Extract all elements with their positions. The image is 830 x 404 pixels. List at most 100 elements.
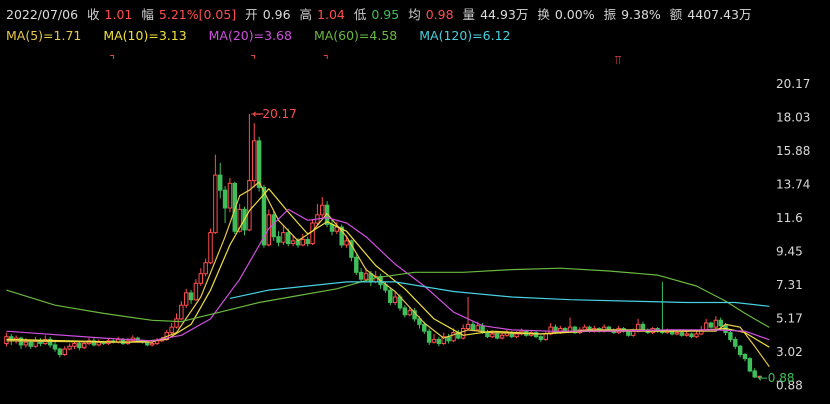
candle-down — [271, 214, 276, 238]
quote-bar: 2022/07/06 收 1.01 幅 5.21%[0.05] 开 0.96 高 1.0… — [6, 4, 757, 22]
candle-up — [703, 322, 709, 331]
candle-down — [295, 240, 301, 246]
candle-up — [713, 319, 719, 328]
candle-up — [72, 343, 77, 347]
candle-up — [179, 304, 184, 320]
candle-up — [431, 338, 437, 343]
avg-value: 0.98 — [425, 7, 454, 22]
candle-down — [494, 333, 500, 339]
candle-up — [407, 310, 412, 316]
candle-down — [718, 319, 723, 327]
candle-up — [227, 182, 233, 209]
low-value: 0.95 — [371, 7, 400, 22]
y-tick-label: 9.45 — [776, 245, 803, 259]
candle-up — [247, 180, 252, 231]
amplitude-label: 振 — [603, 7, 617, 22]
ma20-legend: MA(20)=3.68 — [208, 28, 292, 43]
candle-down — [188, 292, 194, 301]
high-label: 高 — [299, 7, 313, 22]
candlestick-chart[interactable]: 20.17 18.03 15.88 13.74 11.6 9.45 7.31 5.17 3.02… — [0, 50, 830, 404]
amplitude-value: 9.38% — [621, 7, 661, 22]
candle-down — [368, 273, 374, 283]
candle-down — [52, 344, 58, 350]
candle-down — [422, 323, 427, 332]
candle-down — [752, 370, 757, 378]
ma60-line — [6, 267, 770, 328]
candle-up — [543, 333, 549, 340]
candle-down — [217, 174, 223, 191]
candle-down — [626, 330, 631, 336]
event-marker: ⌝ — [323, 53, 329, 67]
candle-up — [203, 262, 208, 275]
change-label: 幅 — [141, 7, 154, 22]
min-price-label: ←0.88 — [758, 371, 795, 385]
high-value: 1.04 — [317, 7, 345, 22]
ma5-legend: MA(5)=1.71 — [6, 28, 82, 43]
y-tick-label: 3.02 — [776, 345, 803, 359]
volume-value: 44.93万 — [480, 7, 529, 22]
candle-down — [728, 332, 733, 340]
candle-up — [392, 296, 398, 303]
close-value: 1.01 — [104, 7, 133, 22]
candle-down — [354, 256, 359, 273]
candle-down — [470, 323, 476, 331]
candle-up — [62, 348, 67, 356]
volume-label: 量 — [462, 7, 476, 22]
candle-up — [213, 174, 218, 234]
candle-down — [737, 345, 743, 356]
candle-up — [582, 326, 587, 331]
candle-up — [363, 273, 369, 280]
candle-up — [460, 327, 466, 339]
candle-up — [174, 318, 179, 328]
candle-up — [684, 333, 689, 336]
y-tick-label: 18.03 — [776, 111, 810, 125]
amount-value: 4407.43万 — [687, 7, 752, 22]
candle-up — [67, 345, 72, 350]
amount-label: 额 — [669, 7, 683, 22]
candle-up — [81, 343, 87, 349]
turnover-value: 0.00% — [554, 7, 595, 22]
y-tick-label: 5.17 — [776, 312, 803, 326]
candle-down — [679, 332, 685, 336]
candle-down — [708, 322, 714, 328]
candle-down — [733, 338, 738, 347]
ma-legend: MA(5)=1.71 MA(10)=3.13 MA(20)=3.68 MA(60… — [6, 28, 529, 46]
candle-up — [281, 232, 286, 243]
ma10-line — [6, 188, 770, 348]
candle-down — [358, 271, 364, 280]
candle-down — [538, 336, 544, 340]
candle-down — [222, 189, 228, 209]
ma120-line — [229, 281, 770, 307]
open-label: 开 — [245, 7, 258, 22]
candle-up — [310, 222, 315, 245]
candle-up — [631, 330, 636, 336]
candle-down — [388, 289, 393, 303]
low-label: 低 — [353, 7, 367, 22]
candle-down — [9, 336, 14, 342]
y-tick-label: 15.88 — [776, 144, 810, 158]
event-marker: ⌝ — [250, 53, 256, 67]
y-tick-label: 7.31 — [776, 278, 803, 292]
candle-down — [256, 140, 262, 188]
y-tick-label: 20.17 — [776, 77, 810, 91]
candle-down — [426, 330, 432, 343]
candle-up — [193, 282, 199, 301]
ma60-legend: MA(60)=4.58 — [313, 28, 398, 43]
candle-up — [475, 325, 480, 331]
candle-up — [4, 336, 9, 345]
candle-up — [499, 334, 505, 339]
candle-up — [334, 226, 340, 232]
avg-label: 均 — [408, 7, 421, 22]
candle-up — [490, 333, 495, 338]
candle-up — [183, 292, 189, 306]
ma10-legend: MA(10)=3.13 — [103, 28, 187, 43]
candle-down — [689, 333, 694, 338]
event-marker: ⌝ — [109, 53, 115, 67]
candle-down — [305, 238, 310, 245]
candle-up — [252, 140, 257, 182]
ma120-legend: MA(120)=6.12 — [419, 28, 511, 43]
y-tick-label: 13.74 — [776, 178, 810, 192]
turnover-label: 换 — [537, 7, 550, 22]
change-value: 5.21%[0.05] — [158, 7, 237, 22]
candle-up — [208, 232, 213, 264]
